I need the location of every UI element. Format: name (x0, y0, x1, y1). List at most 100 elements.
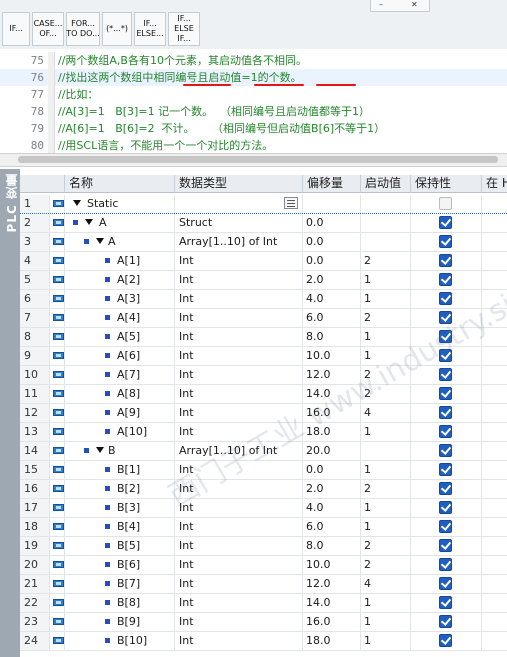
start-value-cell[interactable]: 1 (361, 271, 411, 289)
comment-block-button[interactable]: (*...*) (102, 12, 132, 46)
if-button[interactable]: IF... (2, 12, 30, 46)
row-number[interactable]: 1 (20, 195, 50, 213)
start-value-cell[interactable]: 1 (361, 594, 411, 612)
start-value-cell[interactable]: 1 (361, 423, 411, 441)
row-number[interactable]: 22 (20, 594, 50, 612)
retain-checkbox[interactable] (439, 558, 452, 571)
column-header-retain[interactable]: 保持性 (411, 175, 482, 193)
data-type-cell[interactable]: Int (175, 423, 303, 441)
start-value-cell[interactable]: 2 (361, 385, 411, 403)
table-row[interactable]: 14 B Array[1..10] of Int 20.0 (20, 442, 507, 461)
row-number[interactable]: 5 (20, 271, 50, 289)
table-row[interactable]: 19 B[5] Int 8.0 2 (20, 537, 507, 556)
data-type-cell[interactable]: Int (175, 290, 303, 308)
start-value-cell[interactable]: 1 (361, 461, 411, 479)
name-cell[interactable]: B[5] (65, 537, 175, 555)
table-row[interactable]: 11 A[8] Int 14.0 2 (20, 385, 507, 404)
table-row[interactable]: 10 A[7] Int 12.0 2 (20, 366, 507, 385)
scl-code-editor[interactable]: 75 //两个数组A,B各有10个元素，其启动值各不相同。 76 //找出这两个… (0, 49, 507, 167)
start-value-cell[interactable]: 1 (361, 290, 411, 308)
name-cell[interactable]: B[4] (65, 518, 175, 536)
start-value-cell[interactable]: 2 (361, 480, 411, 498)
row-number[interactable]: 3 (20, 233, 50, 251)
table-row[interactable]: 4 A[1] Int 0.0 2 (20, 252, 507, 271)
close-icon[interactable]: ✕ (411, 1, 418, 9)
data-type-cell[interactable]: Int (175, 328, 303, 346)
table-row[interactable]: 23 B[9] Int 16.0 1 (20, 613, 507, 632)
code-comment[interactable]: //A[6]=1 B[6]=2 不计。 （相同编号但启动值B[6]不等于1） (58, 120, 385, 137)
list-picker-icon[interactable] (284, 197, 298, 209)
name-cell[interactable]: B[3] (65, 499, 175, 517)
row-number[interactable]: 19 (20, 537, 50, 555)
retain-checkbox[interactable] (439, 349, 452, 362)
name-cell[interactable]: B[10] (65, 632, 175, 650)
data-type-cell[interactable]: Array[1..10] of Int (175, 233, 303, 251)
expand-triangle-icon[interactable] (96, 447, 104, 453)
name-cell[interactable]: A[4] (65, 309, 175, 327)
table-row[interactable]: 2 A Struct 0.0 (20, 214, 507, 233)
table-row[interactable]: 12 A[9] Int 16.0 4 (20, 404, 507, 423)
retain-checkbox[interactable] (439, 273, 452, 286)
code-comment[interactable]: //比如： (58, 86, 98, 103)
start-value-cell[interactable] (361, 195, 411, 213)
name-cell[interactable]: A[2] (65, 271, 175, 289)
row-number[interactable]: 10 (20, 366, 50, 384)
start-value-cell[interactable]: 2 (361, 252, 411, 270)
retain-checkbox[interactable] (439, 311, 452, 324)
data-type-cell[interactable]: Int (175, 252, 303, 270)
row-number[interactable]: 16 (20, 480, 50, 498)
row-number[interactable]: 18 (20, 518, 50, 536)
code-line[interactable]: 79 //A[6]=1 B[6]=2 不计。 （相同编号但启动值B[6]不等于1… (0, 120, 507, 137)
data-type-cell[interactable]: Int (175, 347, 303, 365)
table-row[interactable]: 24 B[10] Int 18.0 1 (20, 632, 507, 651)
name-cell[interactable]: B[6] (65, 556, 175, 574)
retain-checkbox[interactable] (439, 482, 452, 495)
data-type-cell[interactable]: Int (175, 271, 303, 289)
code-line[interactable]: 78 //A[3]=1 B[3]=1 记一个数。 （相同编号且启动值都等于1） (0, 103, 507, 120)
name-cell[interactable]: A[7] (65, 366, 175, 384)
retain-checkbox[interactable] (439, 444, 452, 457)
name-cell[interactable]: A[1] (65, 252, 175, 270)
retain-checkbox[interactable] (439, 368, 452, 381)
start-value-cell[interactable]: 1 (361, 518, 411, 536)
name-cell[interactable]: B[2] (65, 480, 175, 498)
table-row[interactable]: 22 B[8] Int 14.0 1 (20, 594, 507, 613)
if-else-button[interactable]: IF... ELSE... (134, 12, 166, 46)
table-row[interactable]: 18 B[4] Int 6.0 1 (20, 518, 507, 537)
table-row[interactable]: 7 A[4] Int 6.0 2 (20, 309, 507, 328)
data-type-cell[interactable]: Int (175, 556, 303, 574)
row-number[interactable]: 23 (20, 613, 50, 631)
data-type-cell[interactable]: Int (175, 499, 303, 517)
table-row[interactable]: 16 B[2] Int 2.0 2 (20, 480, 507, 499)
data-type-cell[interactable]: Int (175, 480, 303, 498)
retain-checkbox[interactable] (439, 235, 452, 248)
for-to-do-button[interactable]: FOR... TO DO... (66, 12, 100, 46)
column-header-type[interactable]: 数据类型 (175, 175, 303, 193)
data-type-cell[interactable]: Struct (175, 214, 303, 232)
data-type-cell[interactable]: Int (175, 404, 303, 422)
expand-triangle-icon[interactable] (73, 200, 81, 206)
row-number[interactable]: 15 (20, 461, 50, 479)
expand-triangle-icon[interactable] (96, 238, 104, 244)
start-value-cell[interactable]: 2 (361, 537, 411, 555)
code-comment[interactable]: //A[3]=1 B[3]=1 记一个数。 （相同编号且启动值都等于1） (58, 103, 370, 120)
start-value-cell[interactable]: 1 (361, 499, 411, 517)
name-cell[interactable]: B[9] (65, 613, 175, 631)
retain-checkbox[interactable] (439, 292, 452, 305)
row-number[interactable]: 24 (20, 632, 50, 650)
retain-checkbox[interactable] (439, 254, 452, 267)
start-value-cell[interactable]: 2 (361, 366, 411, 384)
name-cell[interactable]: A[10] (65, 423, 175, 441)
name-cell[interactable]: A[5] (65, 328, 175, 346)
row-number[interactable]: 21 (20, 575, 50, 593)
data-type-cell[interactable]: Int (175, 385, 303, 403)
data-type-cell[interactable]: Int (175, 518, 303, 536)
start-value-cell[interactable]: 2 (361, 309, 411, 327)
table-row[interactable]: 1 Static (20, 195, 507, 214)
start-value-cell[interactable]: 1 (361, 632, 411, 650)
row-number[interactable]: 11 (20, 385, 50, 403)
plc-tags-side-tab[interactable]: PLC 变量 (0, 169, 20, 657)
name-cell[interactable]: A (65, 233, 175, 251)
scrollbar-thumb[interactable] (18, 156, 498, 163)
retain-checkbox[interactable] (439, 197, 452, 210)
